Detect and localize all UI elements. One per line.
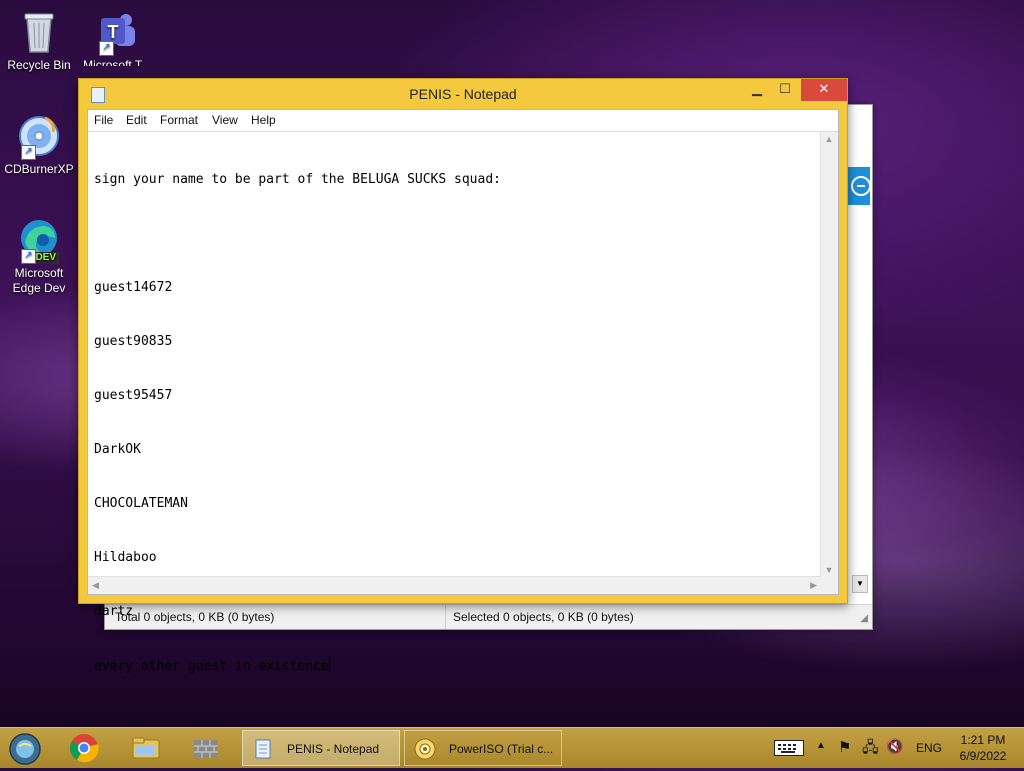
text-line: DarkOK	[94, 442, 141, 457]
close-icon: ✕	[818, 81, 830, 96]
language-indicator[interactable]: ENG	[916, 741, 942, 755]
shortcut-arrow-icon: ↗	[21, 145, 36, 160]
notepad-icon	[255, 739, 271, 759]
taskbar-task-label: PowerISO (Trial c...	[449, 742, 554, 756]
text-line: sign your name to be part of the BELUGA …	[94, 172, 501, 187]
desktop-icon-edge-dev[interactable]: DEV ↗ Microsoft Edge Dev	[0, 216, 78, 296]
start-button[interactable]	[8, 732, 41, 765]
menu-file[interactable]: File	[94, 113, 113, 127]
chrome-taskbar-icon[interactable]	[68, 732, 100, 764]
shortcut-arrow-icon: ↗	[21, 249, 36, 264]
text-caret	[328, 657, 330, 672]
taskbar-task-label: PENIS - Notepad	[287, 742, 380, 756]
chrome-icon	[70, 734, 99, 763]
horizontal-scrollbar[interactable]: ◀ ▶	[88, 576, 821, 594]
scroll-right-icon[interactable]: ▶	[810, 580, 817, 591]
desktop-icon-recycle-bin[interactable]: Recycle Bin	[0, 8, 78, 73]
clock-time: 1:21 PM	[960, 733, 1006, 747]
editor-text: sign your name to be part of the BELUGA …	[94, 135, 814, 711]
taskbar: PENIS - Notepad PowerISO (Trial c... ▲ ⚑…	[0, 727, 1024, 768]
close-button[interactable]: ✕	[801, 79, 847, 101]
maximize-icon: ☐	[779, 81, 791, 96]
text-line: dartz	[94, 604, 134, 619]
volume-muted-icon[interactable]: 🔇	[886, 738, 903, 755]
resize-grip-icon[interactable]: ◢	[860, 613, 868, 624]
text-line: every other guest in existence	[94, 659, 329, 674]
background-window-edge: ▼	[845, 105, 872, 629]
system-tray: ▲ ⚑ 🖧 🔇 ENG 1:21 PM 6/9/2022	[770, 728, 1024, 768]
scroll-up-icon[interactable]: ▲	[821, 134, 837, 144]
file-explorer-taskbar-icon[interactable]	[130, 732, 162, 764]
desktop-icon-label: Recycle Bin	[7, 58, 71, 72]
shortcut-arrow-icon: ↗	[99, 41, 114, 56]
title-bar[interactable]: PENIS - Notepad	[79, 79, 847, 109]
edge-dev-icon: DEV ↗	[15, 216, 63, 264]
menu-format[interactable]: Format	[160, 113, 198, 127]
app-taskbar-icon[interactable]	[190, 732, 222, 764]
window-title: PENIS - Notepad	[409, 86, 517, 102]
poweriso-icon	[414, 738, 436, 760]
teams-icon: T ↗	[93, 8, 141, 56]
taskbar-task-poweriso[interactable]: PowerISO (Trial c...	[404, 730, 562, 766]
scroll-down-icon[interactable]: ▼	[821, 565, 837, 575]
desktop-icon-label: CDBurnerXP	[4, 162, 74, 176]
recycle-bin-icon	[15, 8, 63, 56]
text-line: guest95457	[94, 388, 173, 403]
keyboard-icon[interactable]	[774, 740, 804, 756]
minimize-icon: ▁	[752, 81, 762, 96]
desktop-icon-cdburnerxp[interactable]: ↗ CDBurnerXP	[0, 112, 78, 177]
taskbar-task-notepad[interactable]: PENIS - Notepad	[242, 730, 400, 766]
menu-help[interactable]: Help	[251, 113, 276, 127]
text-line: guest90835	[94, 334, 173, 349]
svg-text:T: T	[108, 22, 119, 42]
desktop-icon-label: Microsoft T...	[83, 58, 151, 66]
clock-date: 6/9/2022	[959, 749, 1007, 763]
desktop-icon-microsoft-teams[interactable]: T ↗ Microsoft T...	[78, 8, 156, 66]
cdburnerxp-icon: ↗	[15, 112, 63, 160]
text-line: CHOCOLATEMAN	[94, 496, 188, 511]
toolbar-circle-icon[interactable]	[848, 167, 871, 205]
vertical-scrollbar[interactable]: ▲ ▼	[820, 132, 838, 577]
start-orb-icon	[9, 733, 41, 765]
maximize-button[interactable]: ☐	[771, 79, 799, 101]
notepad-window[interactable]: PENIS - Notepad ▁ ☐ ✕ File Edit Format V…	[78, 78, 848, 674]
scroll-corner	[821, 577, 838, 594]
dropdown-arrow-icon[interactable]: ▼	[852, 575, 868, 593]
scroll-left-icon[interactable]: ◀	[92, 580, 99, 591]
show-hidden-icons-icon[interactable]: ▲	[816, 740, 826, 751]
action-center-flag-icon[interactable]: ⚑	[838, 738, 851, 756]
dev-badge: DEV	[32, 252, 59, 264]
text-line-last: every other guest in existence	[94, 657, 814, 675]
notepad-client: File Edit Format View Help sign your nam…	[87, 109, 839, 674]
brick-wall-icon	[194, 740, 218, 758]
text-editor[interactable]: sign your name to be part of the BELUGA …	[88, 131, 838, 674]
desktop-icon-label: Microsoft Edge Dev	[12, 266, 66, 295]
text-line: guest14672	[94, 280, 173, 295]
notepad-app-icon[interactable]	[91, 87, 105, 103]
network-icon[interactable]: 🖧	[862, 737, 879, 762]
menu-view[interactable]: View	[212, 113, 238, 127]
text-line: Hildaboo	[94, 550, 157, 565]
menu-bar: File Edit Format View Help	[88, 110, 838, 130]
folder-icon	[132, 737, 160, 759]
minimize-button[interactable]: ▁	[743, 79, 771, 101]
clock[interactable]: 1:21 PM 6/9/2022	[952, 732, 1014, 764]
menu-edit[interactable]: Edit	[126, 113, 147, 127]
text-line	[94, 225, 814, 243]
